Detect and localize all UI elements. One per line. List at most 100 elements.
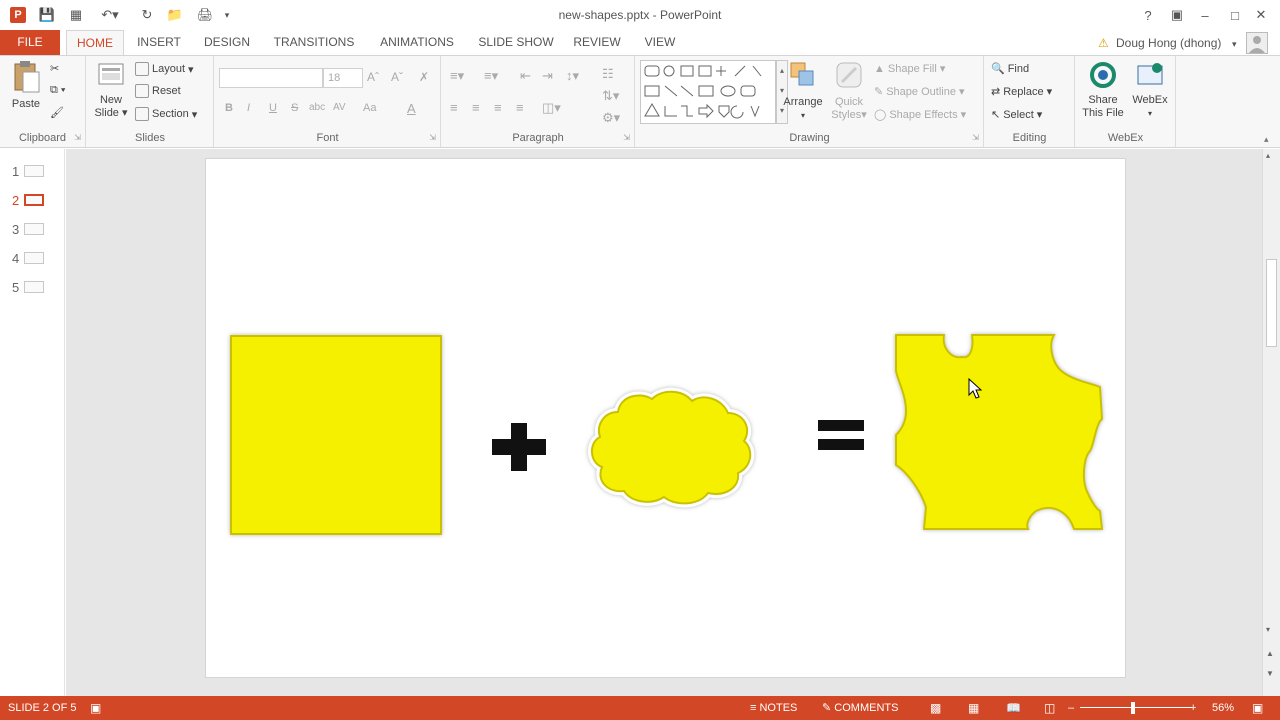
- grow-font-icon[interactable]: Aˆ: [367, 70, 379, 84]
- tab-insert[interactable]: INSERT: [130, 30, 188, 55]
- zoom-slider-thumb[interactable]: [1131, 702, 1135, 714]
- paste-button[interactable]: Paste: [8, 60, 44, 111]
- shapes-gallery[interactable]: [640, 60, 776, 124]
- strikethrough-button[interactable]: S: [291, 102, 298, 114]
- tab-home[interactable]: HOME: [66, 30, 124, 56]
- tab-slide-show[interactable]: SLIDE SHOW: [472, 30, 560, 55]
- print-icon[interactable]: 🖨: [195, 6, 215, 24]
- cut-icon[interactable]: ✂: [50, 62, 59, 75]
- tab-review[interactable]: REVIEW: [568, 30, 626, 55]
- bullets-icon[interactable]: ≡▾: [450, 68, 464, 84]
- select-button[interactable]: ↖ Select ▾: [991, 108, 1042, 122]
- copy-icon[interactable]: ⧉ ▾: [50, 84, 66, 97]
- line-spacing-icon[interactable]: ↕▾: [566, 68, 579, 84]
- vertical-scrollbar[interactable]: ▴ ▾ ▲ ▼: [1262, 149, 1280, 696]
- thumbnail-slide-2[interactable]: 2: [12, 192, 45, 208]
- change-case-button[interactable]: Aa: [363, 102, 376, 114]
- shape-effects-button[interactable]: ◯ Shape Effects ▾: [874, 108, 966, 122]
- account-name[interactable]: Doug Hong (dhong): [1116, 36, 1221, 50]
- zoom-in-icon[interactable]: +: [1190, 696, 1196, 720]
- text-direction-icon[interactable]: ⇅▾: [602, 88, 619, 104]
- zoom-out-icon[interactable]: –: [1068, 696, 1074, 720]
- yellow-cloud[interactable]: [588, 387, 755, 508]
- touch-mode-icon[interactable]: ▦: [67, 6, 85, 24]
- section-button[interactable]: Section ▾: [135, 107, 197, 121]
- account-menu-icon[interactable]: ▾: [1232, 39, 1237, 50]
- undo-icon[interactable]: ↶▾: [96, 6, 124, 24]
- drawing-dialog-launcher-icon[interactable]: ⇲: [972, 133, 979, 142]
- slide[interactable]: [205, 158, 1126, 678]
- collapse-ribbon-icon[interactable]: ▴: [1264, 134, 1269, 145]
- yellow-combined-shape[interactable]: [895, 334, 1104, 530]
- notes-button[interactable]: ≡ NOTES: [750, 696, 797, 720]
- slide-show-icon[interactable]: ◫: [1044, 696, 1055, 720]
- close-icon[interactable]: ✕: [1252, 6, 1270, 24]
- ribbon-display-icon[interactable]: ▣: [1168, 6, 1186, 24]
- shadow-button[interactable]: abc: [309, 102, 325, 113]
- scrollbar-thumb[interactable]: [1266, 259, 1277, 347]
- font-dialog-launcher-icon[interactable]: ⇲: [429, 133, 436, 142]
- reading-view-icon[interactable]: 📖: [1006, 696, 1021, 720]
- maximize-icon[interactable]: □: [1226, 6, 1244, 24]
- shape-outline-button[interactable]: ✎ Shape Outline ▾: [874, 85, 964, 99]
- normal-view-icon[interactable]: ▩: [930, 696, 941, 720]
- layout-button[interactable]: Layout ▾: [135, 62, 194, 76]
- yellow-square[interactable]: [230, 335, 442, 535]
- fit-to-window-icon[interactable]: ▣: [1252, 696, 1263, 720]
- open-folder-icon[interactable]: 📁: [166, 6, 184, 24]
- font-size-select[interactable]: 18: [323, 68, 363, 88]
- replace-button[interactable]: ⇄ Replace ▾: [991, 85, 1052, 99]
- bold-button[interactable]: B: [225, 102, 233, 114]
- avatar[interactable]: [1246, 32, 1268, 54]
- new-slide-button[interactable]: New Slide ▾: [93, 60, 129, 120]
- previous-slide-icon[interactable]: ▲: [1266, 649, 1274, 658]
- shrink-font-icon[interactable]: Aˇ: [391, 70, 403, 84]
- font-family-select[interactable]: [219, 68, 323, 88]
- customize-qat-icon[interactable]: ▾: [221, 6, 233, 24]
- save-icon[interactable]: 💾: [38, 6, 56, 24]
- find-button[interactable]: 🔍 Find: [991, 62, 1029, 76]
- reset-button[interactable]: Reset: [135, 84, 181, 98]
- underline-button[interactable]: U: [269, 102, 277, 114]
- paragraph-dialog-launcher-icon[interactable]: ⇲: [623, 133, 630, 142]
- scroll-down-icon[interactable]: ▾: [1266, 625, 1270, 634]
- clear-formatting-icon[interactable]: ✗: [419, 70, 429, 84]
- thumbnail-slide-4[interactable]: 4: [12, 250, 45, 266]
- align-center-icon[interactable]: ≡: [472, 100, 480, 115]
- zoom-level[interactable]: 56%: [1212, 696, 1234, 720]
- tab-file[interactable]: FILE: [0, 30, 60, 55]
- arrange-button[interactable]: Arrange ▾: [778, 60, 828, 122]
- tab-animations[interactable]: ANIMATIONS: [370, 30, 464, 55]
- share-this-file-button[interactable]: Share This File: [1078, 60, 1128, 120]
- shape-fill-button[interactable]: ▲ Shape Fill ▾: [874, 62, 945, 76]
- italic-button[interactable]: I: [247, 102, 250, 114]
- tab-transitions[interactable]: TRANSITIONS: [266, 30, 362, 55]
- redo-icon[interactable]: ↻: [138, 6, 156, 24]
- thumbnail-slide-3[interactable]: 3: [12, 221, 45, 237]
- tab-view[interactable]: VIEW: [636, 30, 684, 55]
- align-left-icon[interactable]: ≡: [450, 100, 458, 115]
- spelling-check-icon[interactable]: ▣: [90, 696, 101, 720]
- smartart-icon[interactable]: ⚙▾: [602, 110, 620, 126]
- dialog-launcher-icon[interactable]: ⇲: [74, 133, 81, 142]
- increase-indent-icon[interactable]: ⇥: [542, 68, 553, 84]
- numbering-icon[interactable]: ≡▾: [484, 68, 498, 84]
- align-right-icon[interactable]: ≡: [494, 100, 502, 115]
- comments-button[interactable]: ✎ COMMENTS: [822, 696, 898, 720]
- help-button[interactable]: ?: [1140, 6, 1156, 24]
- scroll-up-icon[interactable]: ▴: [1266, 151, 1270, 160]
- justify-icon[interactable]: ≡: [516, 100, 524, 115]
- quick-styles-button[interactable]: Quick Styles▾: [830, 60, 868, 122]
- columns-icon[interactable]: ☷: [602, 66, 614, 82]
- webex-button[interactable]: WebEx ▾: [1128, 60, 1172, 120]
- character-spacing-button[interactable]: AV: [333, 102, 346, 113]
- slide-sorter-icon[interactable]: ▦: [968, 696, 979, 720]
- decrease-indent-icon[interactable]: ⇤: [520, 68, 531, 84]
- columns-small-icon[interactable]: ◫▾: [542, 100, 561, 116]
- minimize-icon[interactable]: –: [1196, 6, 1214, 24]
- thumbnail-slide-5[interactable]: 5: [12, 279, 45, 295]
- zoom-slider[interactable]: [1080, 707, 1192, 708]
- format-painter-icon[interactable]: 🖌: [50, 106, 64, 119]
- next-slide-icon[interactable]: ▼: [1266, 669, 1274, 678]
- tab-design[interactable]: DESIGN: [196, 30, 258, 55]
